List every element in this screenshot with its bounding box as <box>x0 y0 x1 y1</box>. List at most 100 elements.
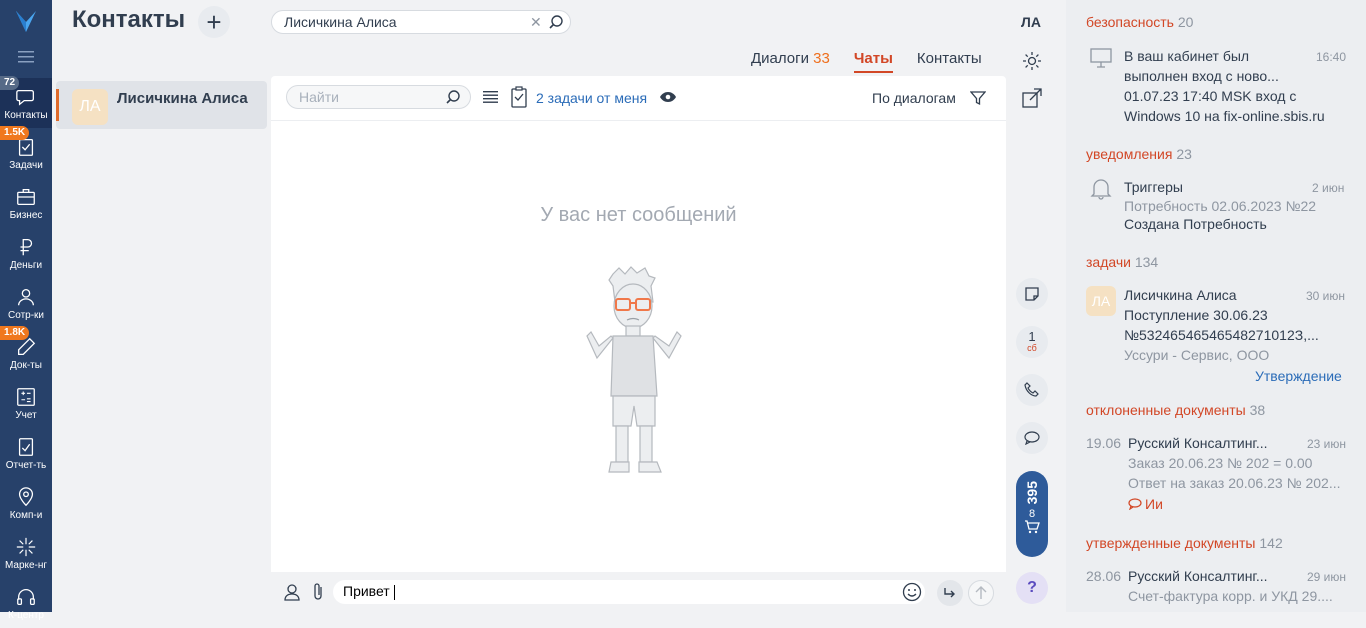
briefcase-icon <box>17 189 35 205</box>
note-button[interactable] <box>1016 278 1048 310</box>
notification-name[interactable]: Триггеры <box>1124 179 1183 195</box>
cart-button[interactable]: 395 8 <box>1016 471 1048 557</box>
mascot-illustration <box>586 266 682 473</box>
security-line1[interactable]: В ваш кабинет был <box>1124 48 1249 64</box>
approved-time: 29 июн <box>1307 570 1347 584</box>
emoji-icon[interactable] <box>902 582 922 602</box>
search-input[interactable]: Лисичкина Алиса ✕ <box>271 10 571 34</box>
tab-chats[interactable]: Чаты <box>853 50 893 73</box>
help-button[interactable]: ? <box>1016 572 1048 604</box>
section-title-text: отклоненные документы <box>1086 402 1246 418</box>
filter-icon[interactable] <box>970 90 986 106</box>
section-rejected-title[interactable]: отклоненные документы 38 <box>1086 402 1265 418</box>
search-icon[interactable] <box>548 14 564 30</box>
nav-label: Контакты <box>4 110 48 121</box>
task-icon <box>511 86 527 108</box>
user-avatar[interactable]: ЛА <box>1021 14 1041 30</box>
rejected-line1: Заказ 20.06.23 № 202 = 0.00 <box>1128 455 1313 471</box>
contact-name: Лисичкина Алиса <box>117 90 248 107</box>
menu-icon[interactable] <box>18 50 34 64</box>
nav-label: Док-ты <box>10 360 42 371</box>
tab-dialogs[interactable]: Диалоги 33 <box>751 50 830 73</box>
expand-icon[interactable] <box>1021 87 1043 109</box>
call-button[interactable] <box>1016 374 1048 406</box>
nav-item-companies[interactable]: Комп-и <box>0 478 52 528</box>
filter-label[interactable]: По диалогам <box>872 90 956 106</box>
rejected-comment[interactable]: Ии <box>1128 496 1163 512</box>
cart-icon <box>1025 520 1040 534</box>
add-contact-button[interactable]: + <box>198 6 230 38</box>
nav-item-documents[interactable]: Док-ты 1.8K <box>0 326 52 378</box>
security-time: 16:40 <box>1316 50 1347 64</box>
list-view-icon[interactable] <box>483 91 498 103</box>
task-name[interactable]: Лисичкина Алиса <box>1124 287 1237 303</box>
monitor-icon <box>1090 48 1112 68</box>
search-icon[interactable] <box>445 89 461 105</box>
nav-item-callcenter[interactable]: К-центр <box>0 578 52 628</box>
tab-label: Диалоги <box>751 50 809 67</box>
task-line3: Уссури - Сервис, ООО <box>1124 347 1270 363</box>
chat-toolbar: Найти 2 задачи от меня По диалогам <box>271 76 1006 121</box>
tab-bar: Диалоги 33 Чаты Контакты <box>751 50 982 73</box>
attach-icon[interactable] <box>311 582 325 602</box>
selected-marker <box>56 89 59 121</box>
section-approved-title[interactable]: утвержденные документы 142 <box>1086 535 1283 551</box>
rejected-line2: Ответ на заказ 20.06.23 № 202... <box>1128 475 1341 491</box>
security-line4: Windows 10 на fix-online.sbis.ru <box>1124 108 1325 124</box>
notification-time: 2 июн <box>1312 181 1345 195</box>
nav-item-contacts[interactable]: Контакты 72 <box>0 76 52 128</box>
tab-contacts[interactable]: Контакты <box>917 50 982 73</box>
task-time: 30 июн <box>1306 289 1346 303</box>
phone-icon <box>1024 382 1039 397</box>
empty-state-text: У вас нет сообщений <box>540 204 737 226</box>
tab-count: 33 <box>813 50 830 67</box>
nav-item-marketing[interactable]: Марке-нг <box>0 528 52 578</box>
nav-item-accounting[interactable]: Учет <box>0 378 52 428</box>
bell-icon <box>1090 176 1112 200</box>
nav-badge: 1.5K <box>0 126 30 140</box>
nav-item-business[interactable]: Бизнес <box>0 178 52 228</box>
task-line1: Поступление 30.06.23 <box>1124 307 1268 323</box>
message-button[interactable] <box>1016 422 1048 454</box>
nav-item-tasks[interactable]: Задачи 1.5K <box>0 126 52 178</box>
tab-label: Контакты <box>916 50 982 67</box>
notification-sub: Потребность 02.06.2023 №22 <box>1124 198 1317 214</box>
tasks-link[interactable]: 2 задачи от меня <box>536 90 647 106</box>
section-count: 142 <box>1259 535 1283 551</box>
user-initials: ЛА <box>1021 14 1041 30</box>
person-icon[interactable] <box>283 583 301 601</box>
rejected-date: 19.06 <box>1086 435 1122 451</box>
eye-icon[interactable] <box>659 91 677 103</box>
counter-button[interactable]: 1 сб <box>1016 326 1048 358</box>
contact-list-item[interactable]: ЛА Лисичкина Алиса <box>56 81 267 129</box>
forward-icon[interactable] <box>937 580 963 606</box>
left-nav: Контакты 72 Задачи 1.5K Бизнес Деньги Со… <box>0 0 52 621</box>
comment-icon <box>1128 498 1142 510</box>
avatar-initials: ЛА <box>1091 293 1111 309</box>
avatar: ЛА <box>1086 286 1116 316</box>
nav-item-reports[interactable]: Отчет-ть <box>0 428 52 478</box>
logo-icon[interactable] <box>13 8 39 34</box>
people-icon <box>18 289 34 306</box>
section-tasks-title[interactable]: задачи 134 <box>1086 254 1158 270</box>
nav-item-money[interactable]: Деньги <box>0 228 52 278</box>
task-action-link[interactable]: Утверждение <box>1255 368 1342 384</box>
clear-icon[interactable]: ✕ <box>530 14 542 31</box>
gear-icon[interactable] <box>1021 50 1043 72</box>
nav-item-employees[interactable]: Сотр-ки <box>0 278 52 328</box>
calculator-icon <box>17 388 35 406</box>
find-placeholder: Найти <box>299 89 339 105</box>
message-input[interactable]: Привет <box>333 580 925 604</box>
send-button[interactable] <box>968 580 994 606</box>
nav-label: Сотр-ки <box>8 310 44 321</box>
find-input[interactable]: Найти <box>286 85 471 109</box>
section-title-text: уведомления <box>1086 146 1173 162</box>
rejected-name[interactable]: Русский Консалтинг... <box>1128 435 1268 451</box>
cart-subcount: 8 <box>1028 508 1036 521</box>
arrow-up-icon <box>975 586 987 599</box>
section-security-title[interactable]: безопасность 20 <box>1086 14 1193 30</box>
report-icon <box>18 438 34 456</box>
approved-name[interactable]: Русский Консалтинг... <box>1128 568 1268 584</box>
section-notifications-title[interactable]: уведомления 23 <box>1086 146 1192 162</box>
security-line2: выполнен вход с ново... <box>1124 68 1279 84</box>
